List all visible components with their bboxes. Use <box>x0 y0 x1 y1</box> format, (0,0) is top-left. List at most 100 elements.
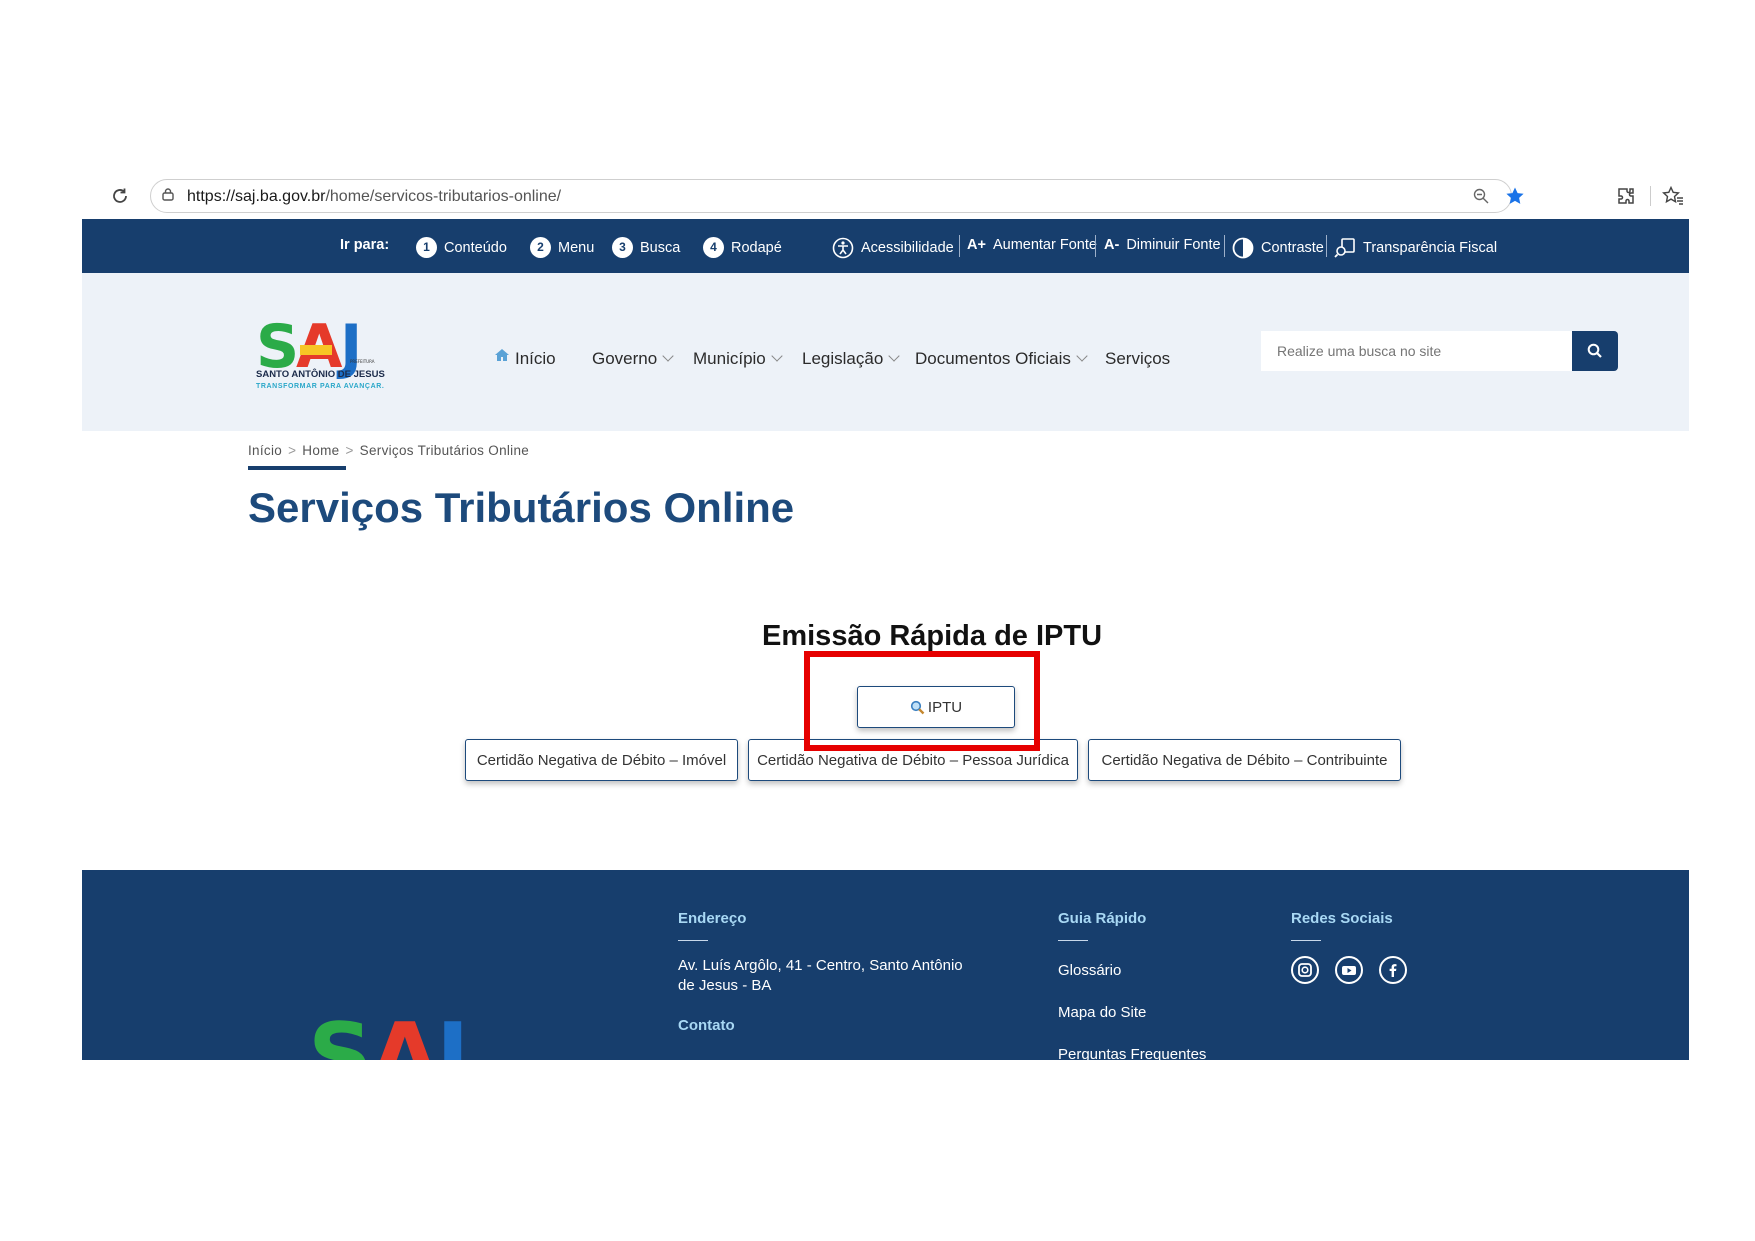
footer-contato-title: Contato <box>678 1017 735 1034</box>
nav-documentos-oficiais[interactable]: Documentos Oficiais <box>915 349 1088 369</box>
nav-label: Legislação <box>802 349 884 368</box>
transparency-link[interactable]: Transparência Fiscal <box>1334 237 1497 259</box>
footer-heading-line <box>678 940 708 941</box>
increase-font-label: Aumentar Fonte <box>992 237 1097 253</box>
nav-legislacao[interactable]: Legislação <box>802 349 900 369</box>
footer-link-perguntas[interactable]: Perguntas Frequentes <box>1058 1045 1206 1060</box>
shortcut-label: Conteúdo <box>444 239 507 256</box>
footer-redes-title: Redes Sociais <box>1291 910 1393 927</box>
youtube-icon[interactable] <box>1335 956 1363 984</box>
zoom-icon[interactable] <box>1473 188 1489 204</box>
instagram-icon[interactable] <box>1291 956 1319 984</box>
facebook-icon[interactable] <box>1379 956 1407 984</box>
nav-label: Município <box>693 349 766 368</box>
increase-font-icon: A+ <box>967 237 986 253</box>
favorites-icon[interactable] <box>1662 186 1684 206</box>
shortcut-number: 4 <box>703 237 724 258</box>
decrease-font-label: Diminuir Fonte <box>1126 237 1221 253</box>
breadcrumb-home[interactable]: Home <box>302 443 339 458</box>
transparency-icon <box>1334 238 1355 258</box>
browser-screenshot: https://saj.ba.gov.br/home/servicos-trib… <box>82 174 1689 1060</box>
home-icon <box>495 349 509 361</box>
footer-logo: S A J <box>308 1007 470 1060</box>
cnd-contribuinte-button[interactable]: Certidão Negativa de Débito – Contribuin… <box>1088 739 1401 781</box>
breadcrumb-separator: > <box>288 443 297 458</box>
logo-tagline: TRANSFORMAR PARA AVANÇAR. <box>256 383 384 390</box>
shortcut-search[interactable]: 3 Busca <box>612 237 680 258</box>
shortcut-number: 1 <box>416 237 437 258</box>
site-header: S A J PREFEITURA SANTO ANTÔNIO DE JESUS … <box>82 273 1689 431</box>
shortcut-label: Menu <box>558 239 595 256</box>
nav-label: Documentos Oficiais <box>915 349 1071 368</box>
footer-address-line1: Av. Luís Argôlo, 41 - Centro, Santo Antô… <box>678 957 963 974</box>
shortcut-content[interactable]: 1 Conteúdo <box>416 237 507 258</box>
nav-inicio[interactable]: Início <box>494 349 556 369</box>
nav-label: Governo <box>592 349 658 368</box>
svg-text:J: J <box>430 1007 470 1060</box>
divider <box>1095 235 1096 257</box>
contrast-label: Contraste <box>1261 240 1324 256</box>
transparency-label: Transparência Fiscal <box>1363 240 1498 256</box>
footer-address-line2: de Jesus - BA <box>678 977 772 994</box>
address-bar[interactable]: https://saj.ba.gov.br/home/servicos-trib… <box>150 179 1524 213</box>
url-path: /home/servicos-tributarios-online/ <box>325 188 562 205</box>
bookmark-star-icon[interactable] <box>1505 186 1525 206</box>
site-footer: S A J Endereço Av. Luís Argôlo, 41 - Cen… <box>82 870 1689 1060</box>
button-label: Certidão Negativa de Débito – Pessoa Jur… <box>757 751 1069 769</box>
logo-small-text: PREFEITURA <box>350 359 375 364</box>
page-title: Serviços Tributários Online <box>248 484 795 531</box>
site-search-input[interactable] <box>1261 331 1573 371</box>
shortcut-footer[interactable]: 4 Rodapé <box>703 237 782 258</box>
shortcut-menu[interactable]: 2 Menu <box>530 237 594 258</box>
footer-guia-title: Guia Rápido <box>1058 910 1147 927</box>
site-logo[interactable]: S A J PREFEITURA SANTO ANTÔNIO DE JESUS … <box>256 312 396 396</box>
shortcut-number: 2 <box>530 237 551 258</box>
contrast-link[interactable]: Contraste <box>1232 237 1324 259</box>
nav-label: Serviços <box>1105 349 1171 368</box>
section-title: Emissão Rápida de IPTU <box>762 620 1103 652</box>
svg-text:A: A <box>370 1007 440 1060</box>
browser-toolbar: https://saj.ba.gov.br/home/servicos-trib… <box>82 174 1689 220</box>
url-text: https://saj.ba.gov.br/home/servicos-trib… <box>187 188 561 206</box>
shortcut-label: Busca <box>640 239 681 256</box>
button-label: Certidão Negativa de Débito – Imóvel <box>476 751 727 769</box>
breadcrumb-underline <box>248 466 346 470</box>
divider <box>1224 235 1225 257</box>
chevron-down-icon <box>662 350 674 362</box>
accessibility-bar: Ir para: 1 Conteúdo 2 Menu 3 Busca 4 Rod… <box>82 219 1689 273</box>
reload-icon[interactable] <box>110 186 130 206</box>
accessibility-link[interactable]: Acessibilidade <box>832 237 954 259</box>
footer-link-mapa-do-site[interactable]: Mapa do Site <box>1058 1003 1146 1023</box>
breadcrumb-current: Serviços Tributários Online <box>359 443 530 458</box>
increase-font-link[interactable]: A+ Aumentar Fonte <box>967 237 1097 253</box>
nav-servicos[interactable]: Serviços <box>1105 349 1170 369</box>
accessibility-label: Acessibilidade <box>861 240 954 256</box>
contrast-icon <box>1232 237 1254 259</box>
chevron-down-icon <box>888 350 900 362</box>
saj-logo-mark: S A J PREFEITURA SANTO ANTÔNIO DE JESUS … <box>256 312 385 390</box>
goto-label: Ir para: <box>340 237 390 253</box>
breadcrumb-separator: > <box>345 443 354 458</box>
shortcut-number: 3 <box>612 237 633 258</box>
search-button[interactable] <box>1572 331 1618 371</box>
svg-text:S: S <box>308 1007 373 1060</box>
divider <box>1326 235 1327 257</box>
lock-icon[interactable] <box>161 187 175 201</box>
decrease-font-link[interactable]: A- Diminuir Fonte <box>1104 237 1221 253</box>
decrease-font-icon: A- <box>1104 237 1120 253</box>
toolbar-divider <box>1650 186 1651 206</box>
footer-link-glossario[interactable]: Glossário <box>1058 961 1121 981</box>
extensions-icon[interactable] <box>1616 186 1636 206</box>
url-host: https://saj.ba.gov.br <box>187 188 326 205</box>
nav-label: Início <box>515 349 556 368</box>
logo-subtitle: SANTO ANTÔNIO DE JESUS <box>256 368 385 380</box>
breadcrumb-inicio[interactable]: Início <box>248 443 282 458</box>
nav-governo[interactable]: Governo <box>592 349 674 369</box>
shortcut-label: Rodapé <box>731 239 782 256</box>
divider <box>959 235 960 257</box>
accessibility-icon <box>832 237 854 259</box>
breadcrumb: Início > Home > Serviços Tributários Online <box>248 443 529 458</box>
cnd-imovel-button[interactable]: Certidão Negativa de Débito – Imóvel <box>465 739 738 781</box>
search-icon <box>1587 343 1602 358</box>
nav-municipio[interactable]: Município <box>693 349 783 369</box>
